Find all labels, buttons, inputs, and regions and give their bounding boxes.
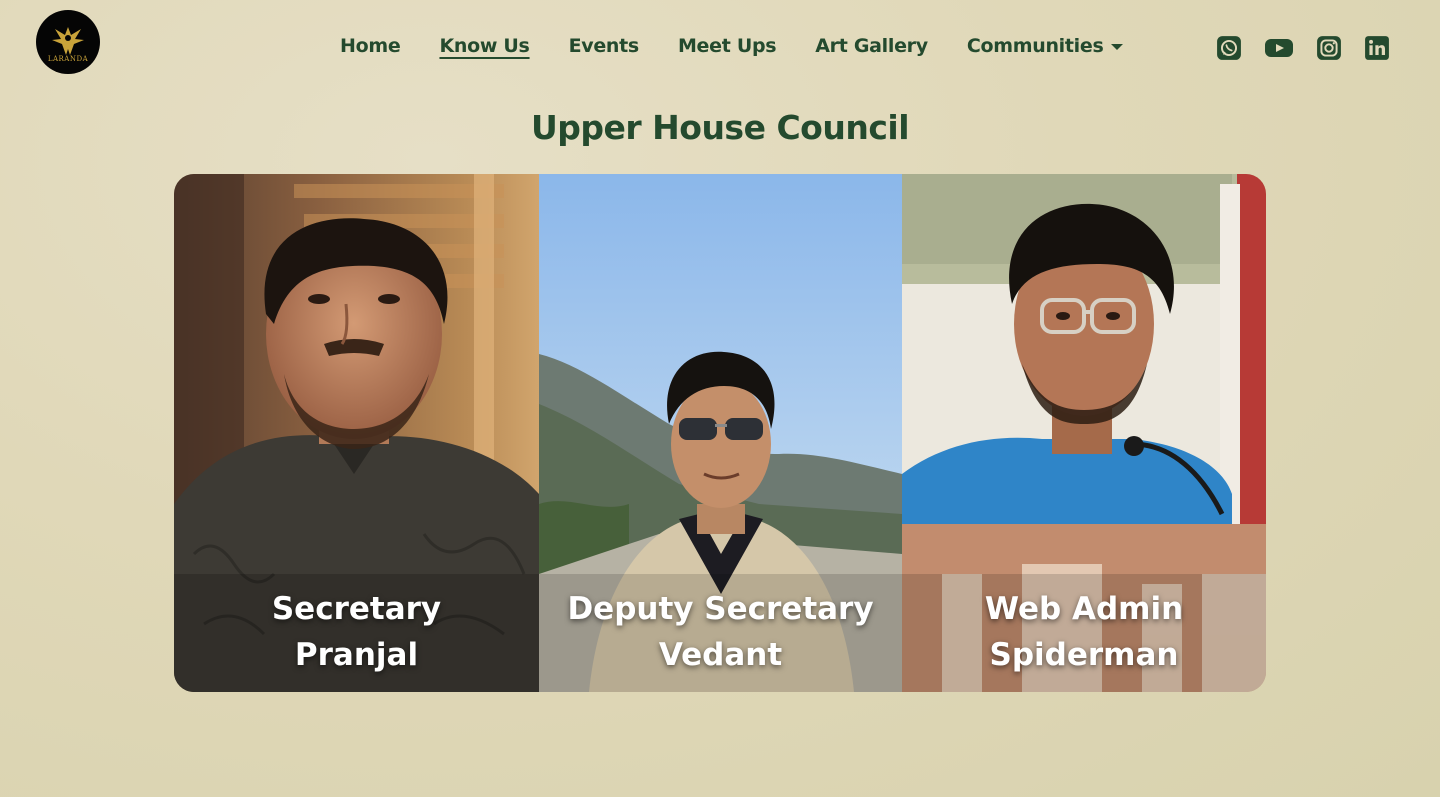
nav-meet-ups[interactable]: Meet Ups <box>678 35 777 57</box>
member-name: Pranjal <box>294 637 419 673</box>
member-caption: Web Admin Spiderman <box>902 586 1266 678</box>
nav-communities-label: Communities <box>966 35 1104 57</box>
member-name: Vedant <box>658 637 783 673</box>
nav-home[interactable]: Home <box>340 35 401 57</box>
site-logo[interactable]: LARANDA <box>36 10 100 74</box>
member-role: Deputy Secretary <box>567 591 874 627</box>
member-role: Web Admin <box>984 591 1184 627</box>
logo-wordmark: LARANDA <box>47 55 89 63</box>
nav-know-us[interactable]: Know Us <box>439 35 529 57</box>
youtube-icon[interactable] <box>1264 35 1294 61</box>
council-cards: Secretary Pranjal Deputy Secretary Vedan… <box>174 174 1266 692</box>
member-role: Secretary <box>271 591 442 627</box>
member-caption: Secretary Pranjal <box>174 586 539 678</box>
caret-down-icon <box>1111 44 1124 50</box>
main-nav: Home Know Us Events Meet Ups Art Gallery… <box>340 30 1162 62</box>
member-card-web-admin[interactable]: Web Admin Spiderman <box>902 174 1266 692</box>
member-name: Spiderman <box>989 637 1179 673</box>
nav-communities-dropdown[interactable]: Communities <box>967 35 1124 57</box>
nav-art-gallery[interactable]: Art Gallery <box>815 35 928 57</box>
member-card-secretary[interactable]: Secretary Pranjal <box>174 174 539 692</box>
whatsapp-icon[interactable] <box>1216 35 1242 61</box>
linkedin-icon[interactable] <box>1364 35 1390 61</box>
navbar: LARANDA Home Know Us Events Meet Ups Art… <box>0 0 1440 92</box>
page-title: Upper House Council <box>530 108 910 147</box>
social-links <box>1194 35 1390 61</box>
nav-events[interactable]: Events <box>569 35 640 57</box>
member-card-deputy-secretary[interactable]: Deputy Secretary Vedant <box>539 174 902 692</box>
member-caption: Deputy Secretary Vedant <box>539 586 902 678</box>
instagram-icon[interactable] <box>1316 35 1342 61</box>
